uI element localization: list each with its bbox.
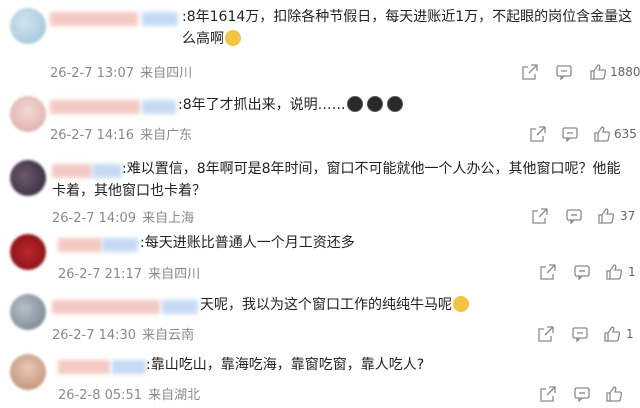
- username-blurred[interactable]: [52, 300, 160, 314]
- avatar[interactable]: [10, 8, 46, 44]
- comment-location: 来自四川: [148, 267, 201, 282]
- avatar[interactable]: [10, 354, 46, 390]
- laugh-emoji-icon: [225, 30, 241, 46]
- comment-location: 来自湖北: [148, 388, 201, 403]
- comment-date: 26-2-8 05:51: [58, 388, 143, 403]
- comment-text: :靠山吃山，靠海吃海，靠窗吃窗，靠人吃人?: [146, 354, 626, 376]
- comment-meta: 26-2-7 21:17 来自四川: [58, 263, 206, 282]
- comment-text: 天呢，我以为这个窗口工作的纯纯牛马呢: [200, 294, 630, 316]
- comment-text: :每天进账比普通人一个月工资还多: [140, 232, 620, 254]
- username-blurred[interactable]: [50, 100, 140, 114]
- comment-icon[interactable]: [572, 326, 588, 342]
- username-blurred[interactable]: [142, 100, 176, 114]
- like-icon[interactable]: [594, 126, 610, 142]
- comment-meta: 26-2-7 14:30 来自云南: [52, 324, 200, 343]
- comment-location: 来自上海: [142, 211, 195, 226]
- comment-meta: 26-2-7 13:07 来自四川: [50, 62, 198, 81]
- like-count: 1880: [610, 65, 640, 79]
- comment-item: 天呢，我以为这个窗口工作的纯纯牛马呢 26-2-7 14:30 来自云南 1: [0, 286, 640, 348]
- username-blurred[interactable]: [58, 360, 110, 374]
- comment-text: :难以置信，8年啊可是8年时间，窗口不可能就他一个人办公，其他窗口呢？他能卡着，…: [52, 158, 632, 202]
- share-icon[interactable]: [530, 126, 546, 142]
- comment-icon[interactable]: [566, 208, 582, 224]
- comment-icon[interactable]: [574, 386, 590, 402]
- share-icon[interactable]: [540, 386, 556, 402]
- share-icon[interactable]: [532, 208, 548, 224]
- comment-text-content: :靠山吃山，靠海吃海，靠窗吃窗，靠人吃人?: [146, 357, 425, 373]
- comment-item: :靠山吃山，靠海吃海，靠窗吃窗，靠人吃人? 26-2-8 05:51 来自湖北: [0, 348, 640, 408]
- comment-item: :难以置信，8年啊可是8年时间，窗口不可能就他一个人办公，其他窗口呢？他能卡着，…: [0, 152, 640, 228]
- comment-text-content: :8年1614万，扣除各种节假日，每天进账近1万，不起眼的岗位含金量这么高啊: [182, 9, 633, 47]
- comment-meta: 26-2-8 05:51 来自湖北: [58, 384, 206, 403]
- comment-meta: 26-2-7 14:09 来自上海: [52, 207, 200, 226]
- comment-icon[interactable]: [556, 64, 572, 80]
- username-blurred[interactable]: [162, 300, 198, 314]
- comment-item: :8年了才抓出来，说明…… 26-2-7 14:16 来自广东 635: [0, 88, 640, 152]
- username-blurred[interactable]: [58, 238, 102, 252]
- share-icon[interactable]: [522, 64, 538, 80]
- share-icon[interactable]: [538, 326, 554, 342]
- comment-text-content: :难以置信，8年啊可是8年时间，窗口不可能就他一个人办公，其他窗口呢？他能卡着，…: [52, 161, 621, 199]
- shock-emoji-icon: [346, 96, 363, 112]
- comment-location: 来自广东: [140, 128, 193, 143]
- comment-date: 26-2-7 14:09: [52, 211, 137, 226]
- comment-text-content: :每天进账比普通人一个月工资还多: [140, 235, 355, 251]
- comment-location: 来自云南: [142, 328, 195, 343]
- avatar[interactable]: [10, 160, 46, 196]
- username-blurred[interactable]: [142, 12, 178, 26]
- like-icon[interactable]: [604, 326, 620, 342]
- avatar[interactable]: [10, 96, 46, 132]
- like-count: 1: [628, 265, 636, 279]
- username-blurred[interactable]: [102, 238, 138, 252]
- comment-date: 26-2-7 13:07: [50, 66, 135, 81]
- comment-item: :每天进账比普通人一个月工资还多 26-2-7 21:17 来自四川 1: [0, 228, 640, 286]
- avatar[interactable]: [10, 234, 46, 270]
- like-count: 1: [626, 327, 634, 341]
- like-count: 635: [614, 127, 637, 141]
- comment-item: :8年1614万，扣除各种节假日，每天进账近1万，不起眼的岗位含金量这么高啊 2…: [0, 0, 640, 88]
- comment-date: 26-2-7 14:16: [50, 128, 135, 143]
- comment-icon[interactable]: [562, 126, 578, 142]
- comment-icon[interactable]: [574, 264, 590, 280]
- comment-meta: 26-2-7 14:16 来自广东: [50, 124, 198, 143]
- grimace-emoji-icon: [453, 296, 469, 312]
- shock-emoji-icon: [366, 96, 383, 112]
- comment-text-content: 天呢，我以为这个窗口工作的纯纯牛马呢: [200, 297, 452, 313]
- avatar[interactable]: [10, 294, 46, 330]
- like-icon[interactable]: [590, 64, 606, 80]
- like-count: 37: [620, 209, 636, 223]
- username-blurred[interactable]: [112, 360, 146, 374]
- comment-text-content: :8年了才抓出来，说明……: [178, 97, 346, 113]
- like-icon[interactable]: [606, 386, 622, 402]
- share-icon[interactable]: [540, 264, 556, 280]
- shock-emoji-icon: [386, 96, 403, 112]
- comment-date: 26-2-7 21:17: [58, 267, 143, 282]
- comment-text: :8年1614万，扣除各种节假日，每天进账近1万，不起眼的岗位含金量这么高啊: [182, 6, 634, 50]
- like-icon[interactable]: [606, 264, 622, 280]
- comment-location: 来自四川: [140, 66, 193, 81]
- comment-date: 26-2-7 14:30: [52, 328, 137, 343]
- like-icon[interactable]: [598, 208, 614, 224]
- username-blurred[interactable]: [50, 12, 138, 26]
- comment-text: :8年了才抓出来，说明……: [178, 94, 628, 116]
